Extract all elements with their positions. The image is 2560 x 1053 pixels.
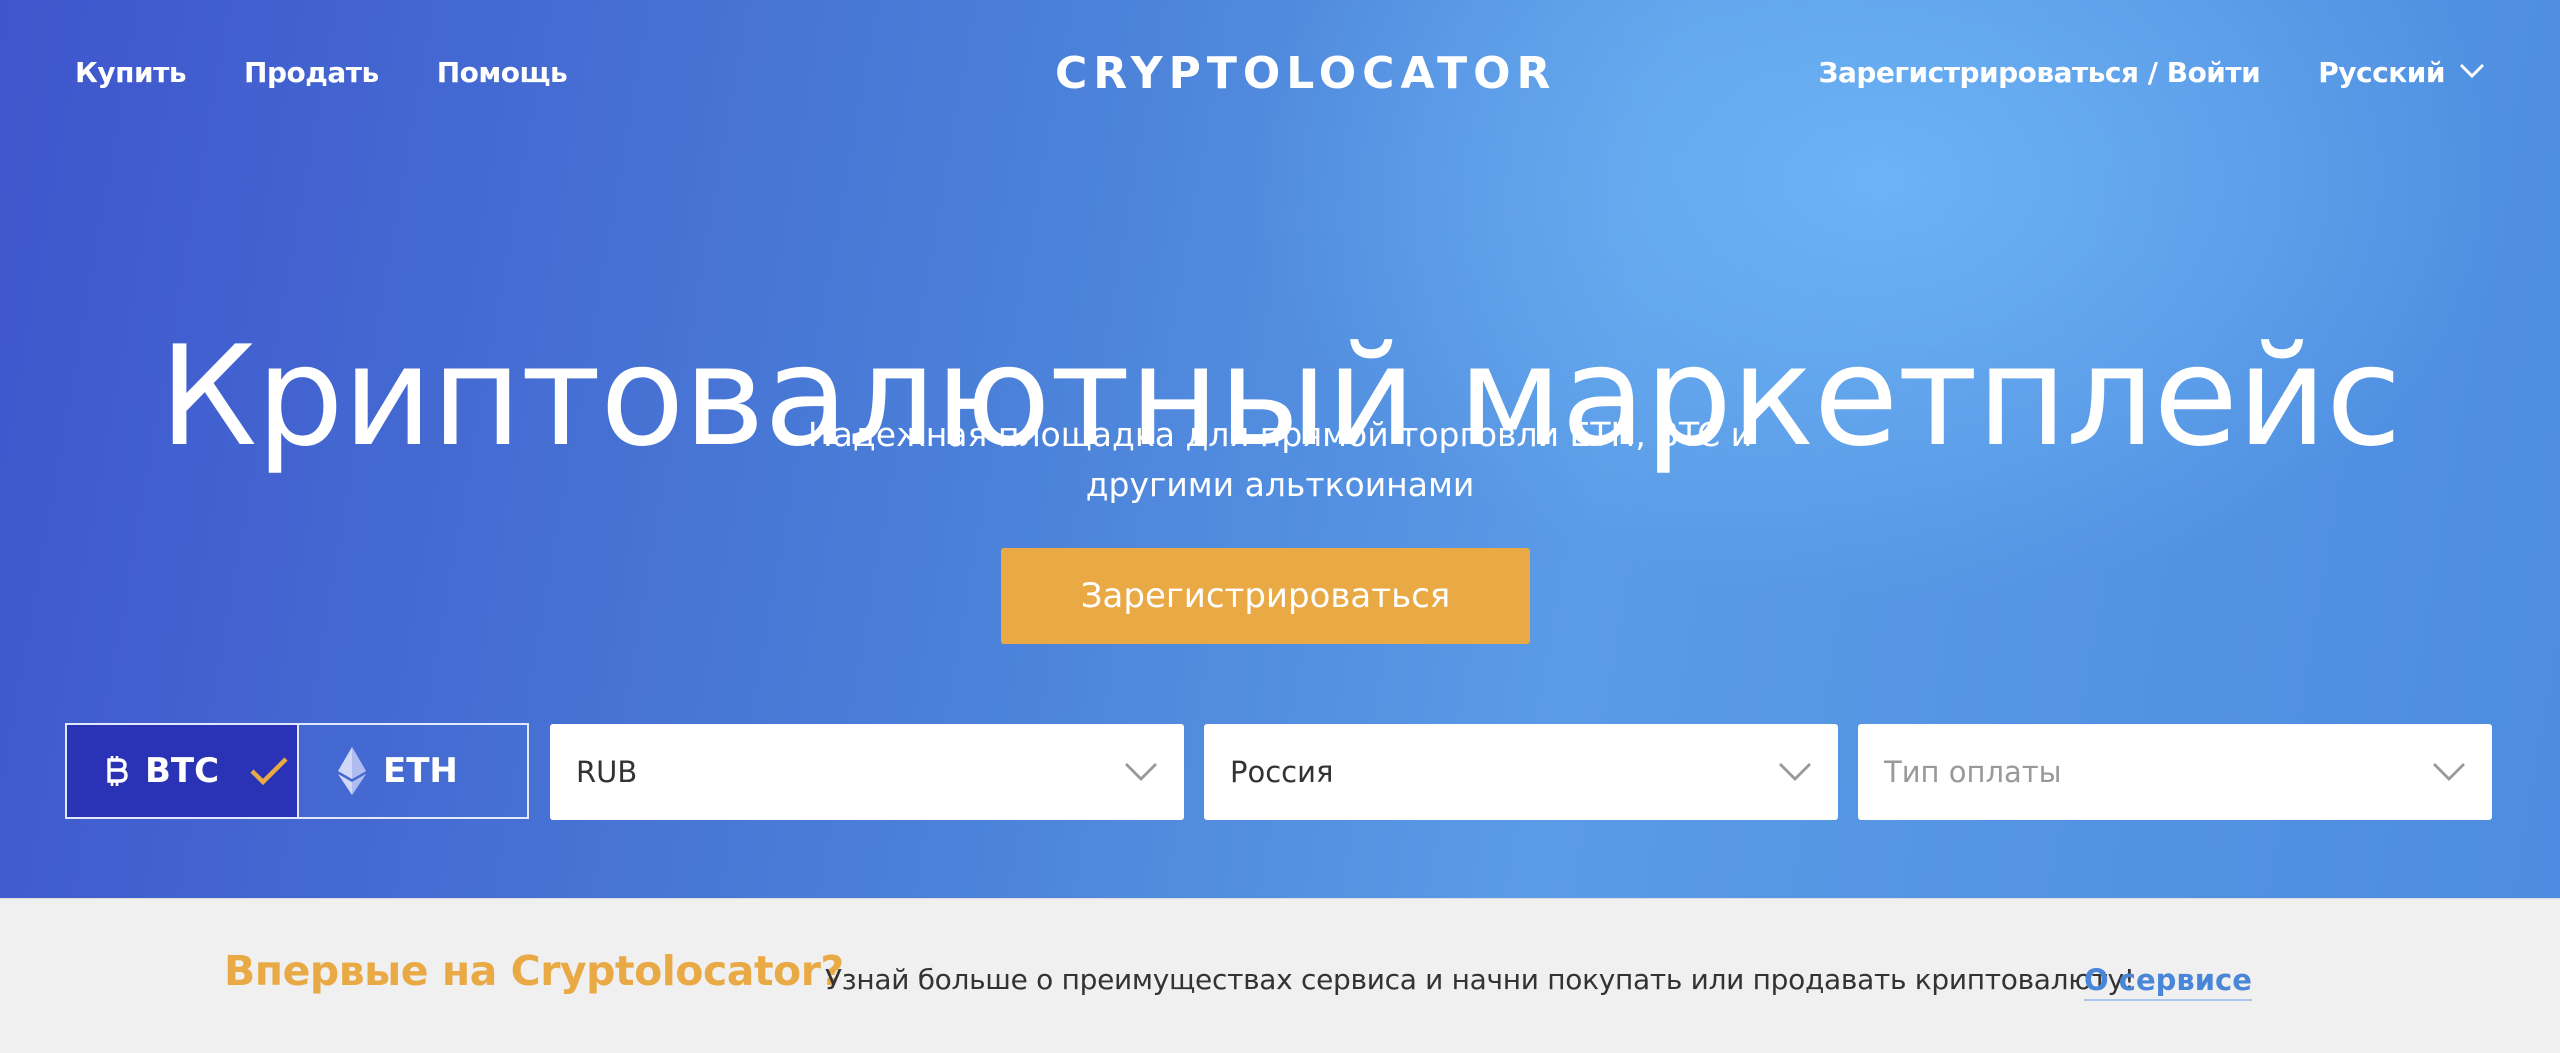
currency-value: RUB [576,755,638,789]
bitcoin-icon [105,754,129,788]
nav-help-link[interactable]: Помощь [437,56,568,89]
coin-option-btc[interactable]: BTC [67,725,297,817]
ethereum-icon [337,746,367,796]
hero-section: Купить Продать Помощь CRYPTOLOCATOR Заре… [0,0,2560,898]
nav-buy-link[interactable]: Купить [75,56,187,89]
checkmark-icon [249,756,289,786]
register-button[interactable]: Зарегистрироваться [1001,548,1530,644]
chevron-down-icon [2459,63,2485,83]
hero-subtitle: Надежная площадка для прямой торговли ET… [807,415,1753,504]
coin-option-eth[interactable]: ETH [297,725,527,817]
chevron-down-icon [1778,755,1812,789]
info-title: Впервые на Cryptolocator? [224,947,844,995]
coin-toggle: BTC ETH [65,723,529,819]
currency-select[interactable]: RUB [550,724,1184,820]
nav-sell-link[interactable]: Продать [244,56,379,89]
main-nav: Купить Продать Помощь [75,56,568,89]
signup-login-link[interactable]: Зарегистрироваться / Войти [1819,56,2261,89]
info-text: Узнай больше о преимуществах сервиса и н… [825,963,2135,996]
language-label: Русский [2318,56,2445,89]
payment-type-select[interactable]: Тип оплаты [1858,724,2492,820]
about-service-link[interactable]: О сервисе [2084,963,2252,1001]
coin-label-eth: ETH [383,751,458,791]
country-select[interactable]: Россия [1204,724,1838,820]
coin-label-btc: BTC [145,751,220,791]
country-value: Россия [1230,755,1334,789]
payment-type-placeholder: Тип оплаты [1884,755,2062,789]
info-banner: Впервые на Cryptolocator? Узнай больше о… [0,898,2560,1053]
language-selector[interactable]: Русский [2318,56,2485,89]
chevron-down-icon [2432,755,2466,789]
nav-right: Зарегистрироваться / Войти Русский [1819,56,2485,89]
chevron-down-icon [1124,755,1158,789]
site-logo[interactable]: CRYPTOLOCATOR [1055,48,1550,99]
